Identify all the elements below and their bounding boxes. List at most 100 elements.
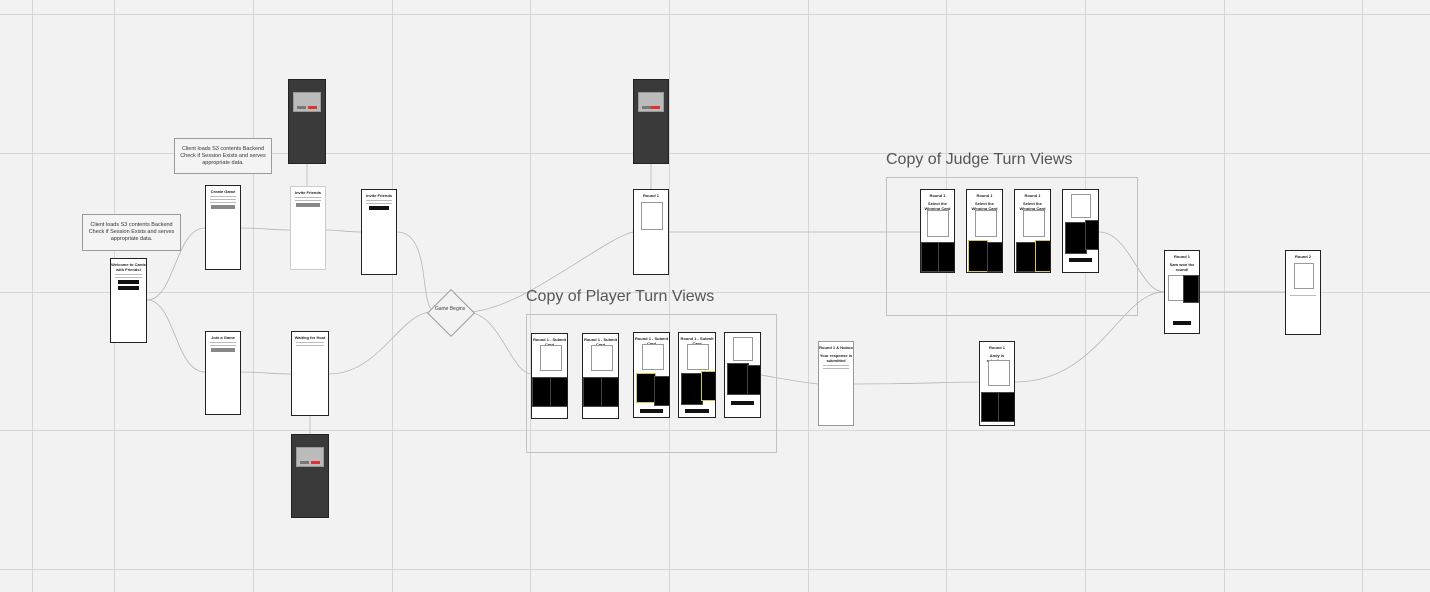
divider [295,200,321,201]
answer-card[interactable] [921,242,939,272]
player-views-label: Copy of Player Turn Views [526,288,715,305]
selected-answer-card[interactable] [968,240,988,272]
answer-card[interactable] [727,363,749,395]
cancel-button[interactable] [642,106,651,109]
divider [210,199,236,200]
round-winner-screen[interactable]: Round 1 Sam won the round! [1164,250,1200,334]
prompt-card [1023,210,1045,237]
submit-button[interactable] [685,409,709,413]
divider [296,345,324,346]
answer-card[interactable] [1065,222,1087,254]
answer-card[interactable] [601,377,618,407]
prompt-card [540,345,562,371]
prompt-card [687,344,709,370]
player-turn-screen-5[interactable]: Round 1 [724,332,761,418]
answer-card[interactable] [1016,242,1036,272]
player-turn-screen-3[interactable]: Round 1 - Submit Card [633,332,670,418]
screen-title: Waiting for Host [294,335,326,340]
confirm-button[interactable] [311,461,320,464]
select-winner-button[interactable] [1069,258,1092,262]
prompt-card [1294,263,1314,289]
prompt-card [641,202,663,230]
answer-card[interactable] [938,242,954,272]
sticky-note-2[interactable]: Client loads S3 contents Backend Check i… [82,214,181,251]
answer-card[interactable] [654,376,669,406]
player-round-screen[interactable]: Round 1 [633,189,669,275]
answer-card[interactable] [987,242,1002,272]
waiting-for-host-screen[interactable]: Waiting for Host [291,331,329,416]
answer-card[interactable] [998,392,1014,422]
confirm-button[interactable] [651,106,660,109]
screen-title: Round 1 [976,193,993,198]
judge-turn-screen-1[interactable]: Round 1 Select the Winning Card [920,189,955,273]
submit-button[interactable] [731,401,754,405]
prompt-card [1168,275,1184,301]
create-button[interactable] [211,205,235,209]
divider [366,203,392,204]
player-turn-screen-4[interactable]: Round 1 - Submit Card [678,332,716,418]
judge-selecting-screen[interactable]: Round 1 Andy is selecting... [979,341,1015,426]
answer-card[interactable] [550,377,567,407]
answer-card[interactable] [747,365,760,395]
next-round-button[interactable] [1173,321,1191,325]
screen-title: Round 1 [929,193,946,198]
join-game-button[interactable] [118,286,139,290]
note-text: Client loads S3 contents Backend Check i… [180,145,266,166]
screen-title: Join a Game [211,335,235,340]
cancel-confirm-modal-screen[interactable] [291,434,329,518]
confirm-dialog [638,92,664,112]
player-turn-screen-2[interactable]: Round 1 - Submit Card [582,333,619,419]
exit-confirm-modal-screen[interactable] [633,79,669,164]
create-game-button[interactable] [118,280,139,284]
divider [115,277,142,278]
answer-card[interactable] [583,377,602,407]
screen-title: Round 1 [643,193,659,198]
selected-answer-card[interactable] [1035,240,1050,272]
screen-title: Round 1 [1024,193,1041,198]
invite-friends-screen-b[interactable]: Invite Friends [361,189,397,275]
whiteboard-canvas[interactable]: Client loads S3 contents Backend Check i… [0,0,1430,592]
player-turn-screen-1[interactable]: Round 1 - Submit Card [531,333,568,419]
prompt-card [988,360,1010,386]
answer-card[interactable] [532,377,551,407]
submit-button[interactable] [640,409,663,413]
divider [823,365,849,366]
response-submitted-screen[interactable]: Round 1 & Nobuo Your response is submitt… [818,341,854,426]
prompt-card [642,344,664,370]
divider [115,274,142,275]
create-game-screen[interactable]: Create Game [205,185,241,270]
note-text: Client loads S3 contents Backend Check i… [88,222,175,242]
start-game-button[interactable] [369,206,389,210]
welcome-screen[interactable]: Welcome to Cards with Friends! [110,258,147,343]
answer-card[interactable] [681,373,703,405]
selected-answer-card[interactable] [636,373,656,403]
start-game-button[interactable] [296,203,320,207]
prompt-card [733,337,753,361]
screen-title: Round 2 [1295,254,1311,259]
sticky-note-1[interactable]: Client loads S3 contents Backend Check i… [174,138,272,174]
join-button[interactable] [211,348,235,352]
join-game-screen[interactable]: Join a Game [205,331,241,415]
confirm-dialog [293,92,321,112]
divider [296,342,324,343]
screen-subtitle: Sam won the round! [1169,262,1195,272]
confirm-button[interactable] [308,106,317,109]
decision-label: Game Begins [434,306,466,312]
judge-turn-screen-4[interactable]: Round 1 [1062,189,1099,273]
cancel-button[interactable] [300,461,309,464]
answer-card[interactable] [1085,220,1098,250]
screen-title: Invite Friends [294,190,321,195]
leave-confirm-modal-screen[interactable] [288,79,326,164]
judge-turn-screen-3[interactable]: Round 1 Select the Winning Card [1014,189,1051,273]
invite-friends-screen-a[interactable]: Invite Friends [290,186,326,270]
prompt-card [1071,194,1091,218]
prompt-card [927,210,949,237]
next-round-screen[interactable]: Round 2 [1285,250,1321,335]
judge-turn-screen-2[interactable]: Round 1 Select the Winning Card [966,189,1003,273]
screen-title: Invite Friends [365,193,392,198]
divider [295,197,321,198]
selected-answer-card[interactable] [701,371,715,401]
screen-title: Round 1 [989,345,1005,350]
cancel-button[interactable] [297,106,306,109]
divider [1290,295,1316,296]
